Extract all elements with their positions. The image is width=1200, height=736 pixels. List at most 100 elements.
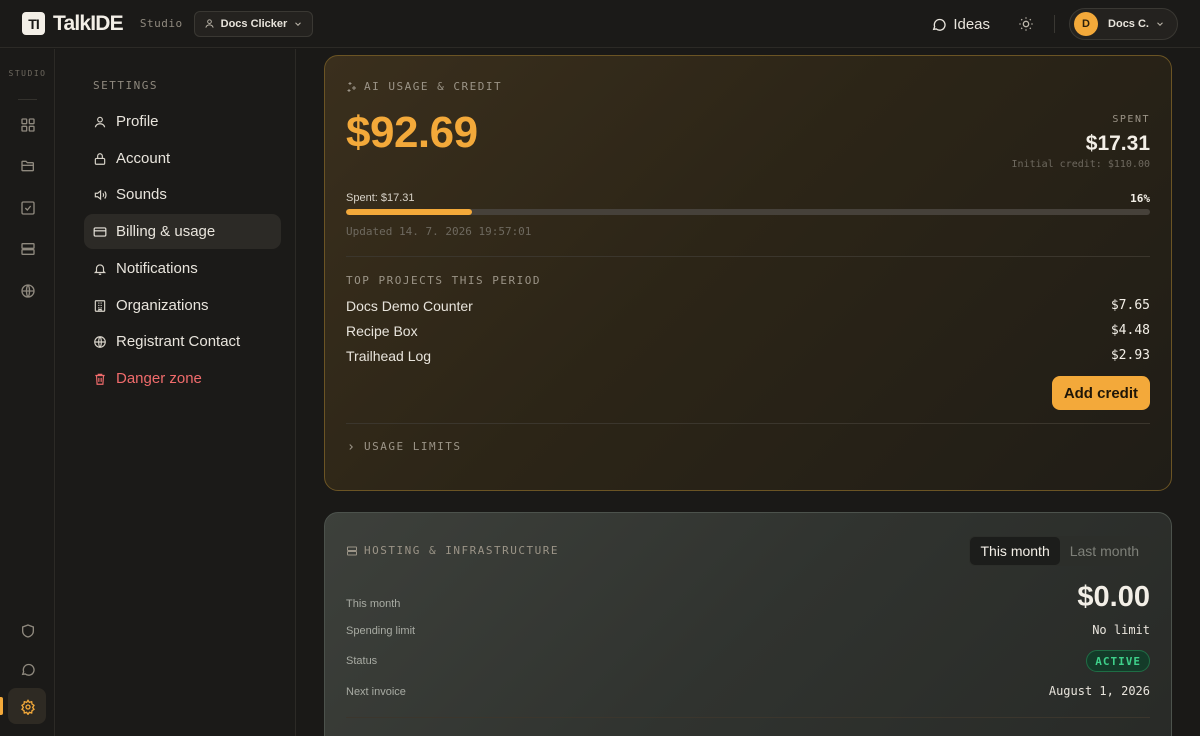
avatar: D	[1074, 12, 1099, 36]
divider	[346, 423, 1150, 424]
initial-credit: Initial credit: $110.00	[1011, 159, 1150, 170]
user-menu[interactable]: D Docs C.	[1069, 8, 1178, 40]
user-icon	[205, 19, 214, 28]
rail-tasks-button[interactable]	[17, 197, 38, 218]
hosting-card: HOSTING & INFRASTRUCTURE This month Last…	[324, 512, 1172, 736]
top-bar: TI TalkIDE Studio Docs Clicker Ideas D D…	[0, 0, 1200, 48]
project-name: Docs Demo Counter	[346, 298, 473, 314]
rail-settings-button[interactable]	[17, 696, 38, 717]
status-label: Status	[346, 655, 378, 667]
project-row: Recipe Box $4.48	[346, 323, 1150, 339]
status-badge: ACTIVE	[1086, 650, 1150, 672]
next-invoice-value: August 1, 2026	[1048, 684, 1150, 698]
main-content: AI USAGE & CREDIT $92.69 SPENT $17.31 In…	[296, 49, 1200, 736]
chevron-right-icon	[349, 443, 353, 450]
section-header: AI USAGE & CREDIT	[346, 80, 502, 93]
settings-item-sounds[interactable]: Sounds	[84, 177, 281, 212]
checkbox-icon	[20, 200, 35, 215]
spent-label: SPENT	[1112, 114, 1150, 125]
rail-chat-button[interactable]	[17, 658, 38, 679]
settings-item-billing[interactable]: Billing & usage	[84, 214, 281, 249]
user-name: Docs C.	[1108, 18, 1149, 30]
rail-security-button[interactable]	[17, 620, 38, 641]
chat-bubble-icon	[932, 18, 946, 31]
theme-toggle[interactable]	[1018, 16, 1034, 32]
usage-limits-toggle[interactable]: USAGE LIMITS	[346, 440, 461, 453]
user-icon	[94, 116, 106, 127]
settings-item-label: Profile	[116, 113, 159, 130]
project-row: Docs Demo Counter $7.65	[346, 298, 1150, 314]
project-name: Trailhead Log	[346, 348, 432, 364]
settings-item-label: Organizations	[116, 297, 209, 314]
rail-domains-button[interactable]	[17, 280, 38, 301]
settings-item-organizations[interactable]: Organizations	[84, 288, 281, 323]
chat-icon	[21, 663, 35, 676]
globe-icon	[20, 283, 35, 298]
project-amount: $7.65	[1110, 298, 1150, 313]
rail-active-marker	[0, 697, 3, 715]
folder-icon	[20, 160, 34, 171]
rail-projects-button[interactable]	[17, 155, 38, 176]
settings-item-registrant-contact[interactable]: Registrant Contact	[84, 324, 281, 359]
project-selector[interactable]: Docs Clicker	[193, 10, 314, 37]
credit-card-icon	[93, 226, 107, 237]
sun-icon	[1019, 17, 1033, 31]
section-header: HOSTING & INFRASTRUCTURE	[346, 544, 559, 557]
settings-item-danger-zone[interactable]: Danger zone	[84, 361, 281, 396]
studio-tag: Studio	[139, 17, 183, 30]
settings-sidebar: SETTINGS Profile Account Sounds Billing …	[56, 49, 296, 736]
shield-icon	[21, 623, 34, 638]
divider	[346, 717, 1150, 718]
project-name: Recipe Box	[346, 323, 418, 339]
building-icon	[94, 299, 106, 312]
settings-item-profile[interactable]: Profile	[84, 104, 281, 139]
rail-servers-button[interactable]	[17, 238, 38, 259]
bell-icon	[93, 263, 107, 275]
rail-label: STUDIO	[8, 69, 47, 78]
divider	[346, 256, 1150, 257]
settings-item-label: Notifications	[116, 260, 198, 277]
tab-last-month[interactable]: Last month	[1060, 537, 1149, 565]
next-invoice-label: Next invoice	[346, 686, 406, 698]
spending-limit-label: Spending limit	[346, 625, 416, 637]
add-credit-button[interactable]: Add credit	[1051, 376, 1150, 410]
settings-item-label: Sounds	[116, 186, 167, 203]
server-icon	[347, 546, 357, 555]
app-logo[interactable]: TI TalkIDE	[22, 11, 124, 36]
logo-mark: TI	[22, 12, 45, 35]
settings-item-label: Billing & usage	[116, 223, 216, 240]
tab-this-month[interactable]: This month	[970, 537, 1060, 565]
ideas-button[interactable]: Ideas	[931, 16, 990, 33]
usage-limits-label: USAGE LIMITS	[364, 440, 462, 453]
project-name: Docs Clicker	[220, 17, 288, 30]
rail-dashboard-button[interactable]	[17, 114, 38, 135]
server-icon	[20, 242, 35, 255]
ai-usage-card: AI USAGE & CREDIT $92.69 SPENT $17.31 In…	[324, 55, 1172, 491]
spent-progress-bar	[346, 209, 1150, 215]
hosting-title: HOSTING & INFRASTRUCTURE	[364, 544, 559, 557]
project-amount: $2.93	[1110, 348, 1150, 363]
updated-timestamp: Updated 14. 7. 2026 19:57:01	[346, 225, 532, 238]
settings-item-account[interactable]: Account	[84, 141, 281, 176]
grid-icon	[20, 117, 35, 132]
gear-icon	[20, 698, 35, 715]
sparkles-icon	[347, 81, 356, 92]
credit-remaining: $92.69	[346, 108, 478, 157]
chevron-down-icon	[1157, 22, 1163, 26]
divider	[1054, 15, 1056, 33]
globe-icon	[94, 335, 106, 348]
lock-icon	[94, 152, 106, 165]
spent-progress-fill	[346, 209, 473, 215]
ideas-label: Ideas	[953, 15, 991, 33]
project-row: Trailhead Log $2.93	[346, 348, 1150, 364]
this-month-label: This month	[346, 598, 401, 610]
settings-item-label: Danger zone	[116, 370, 202, 387]
top-projects-header: TOP PROJECTS THIS PERIOD	[346, 274, 541, 287]
settings-item-notifications[interactable]: Notifications	[84, 251, 281, 286]
spent-percent: 16%	[1130, 192, 1150, 205]
spent-bar-label: Spent: $17.31	[346, 192, 415, 204]
app-name: TalkIDE	[53, 11, 124, 35]
period-toggle: This month Last month	[969, 536, 1150, 566]
settings-item-label: Account	[116, 150, 171, 167]
trash-icon	[95, 373, 105, 385]
